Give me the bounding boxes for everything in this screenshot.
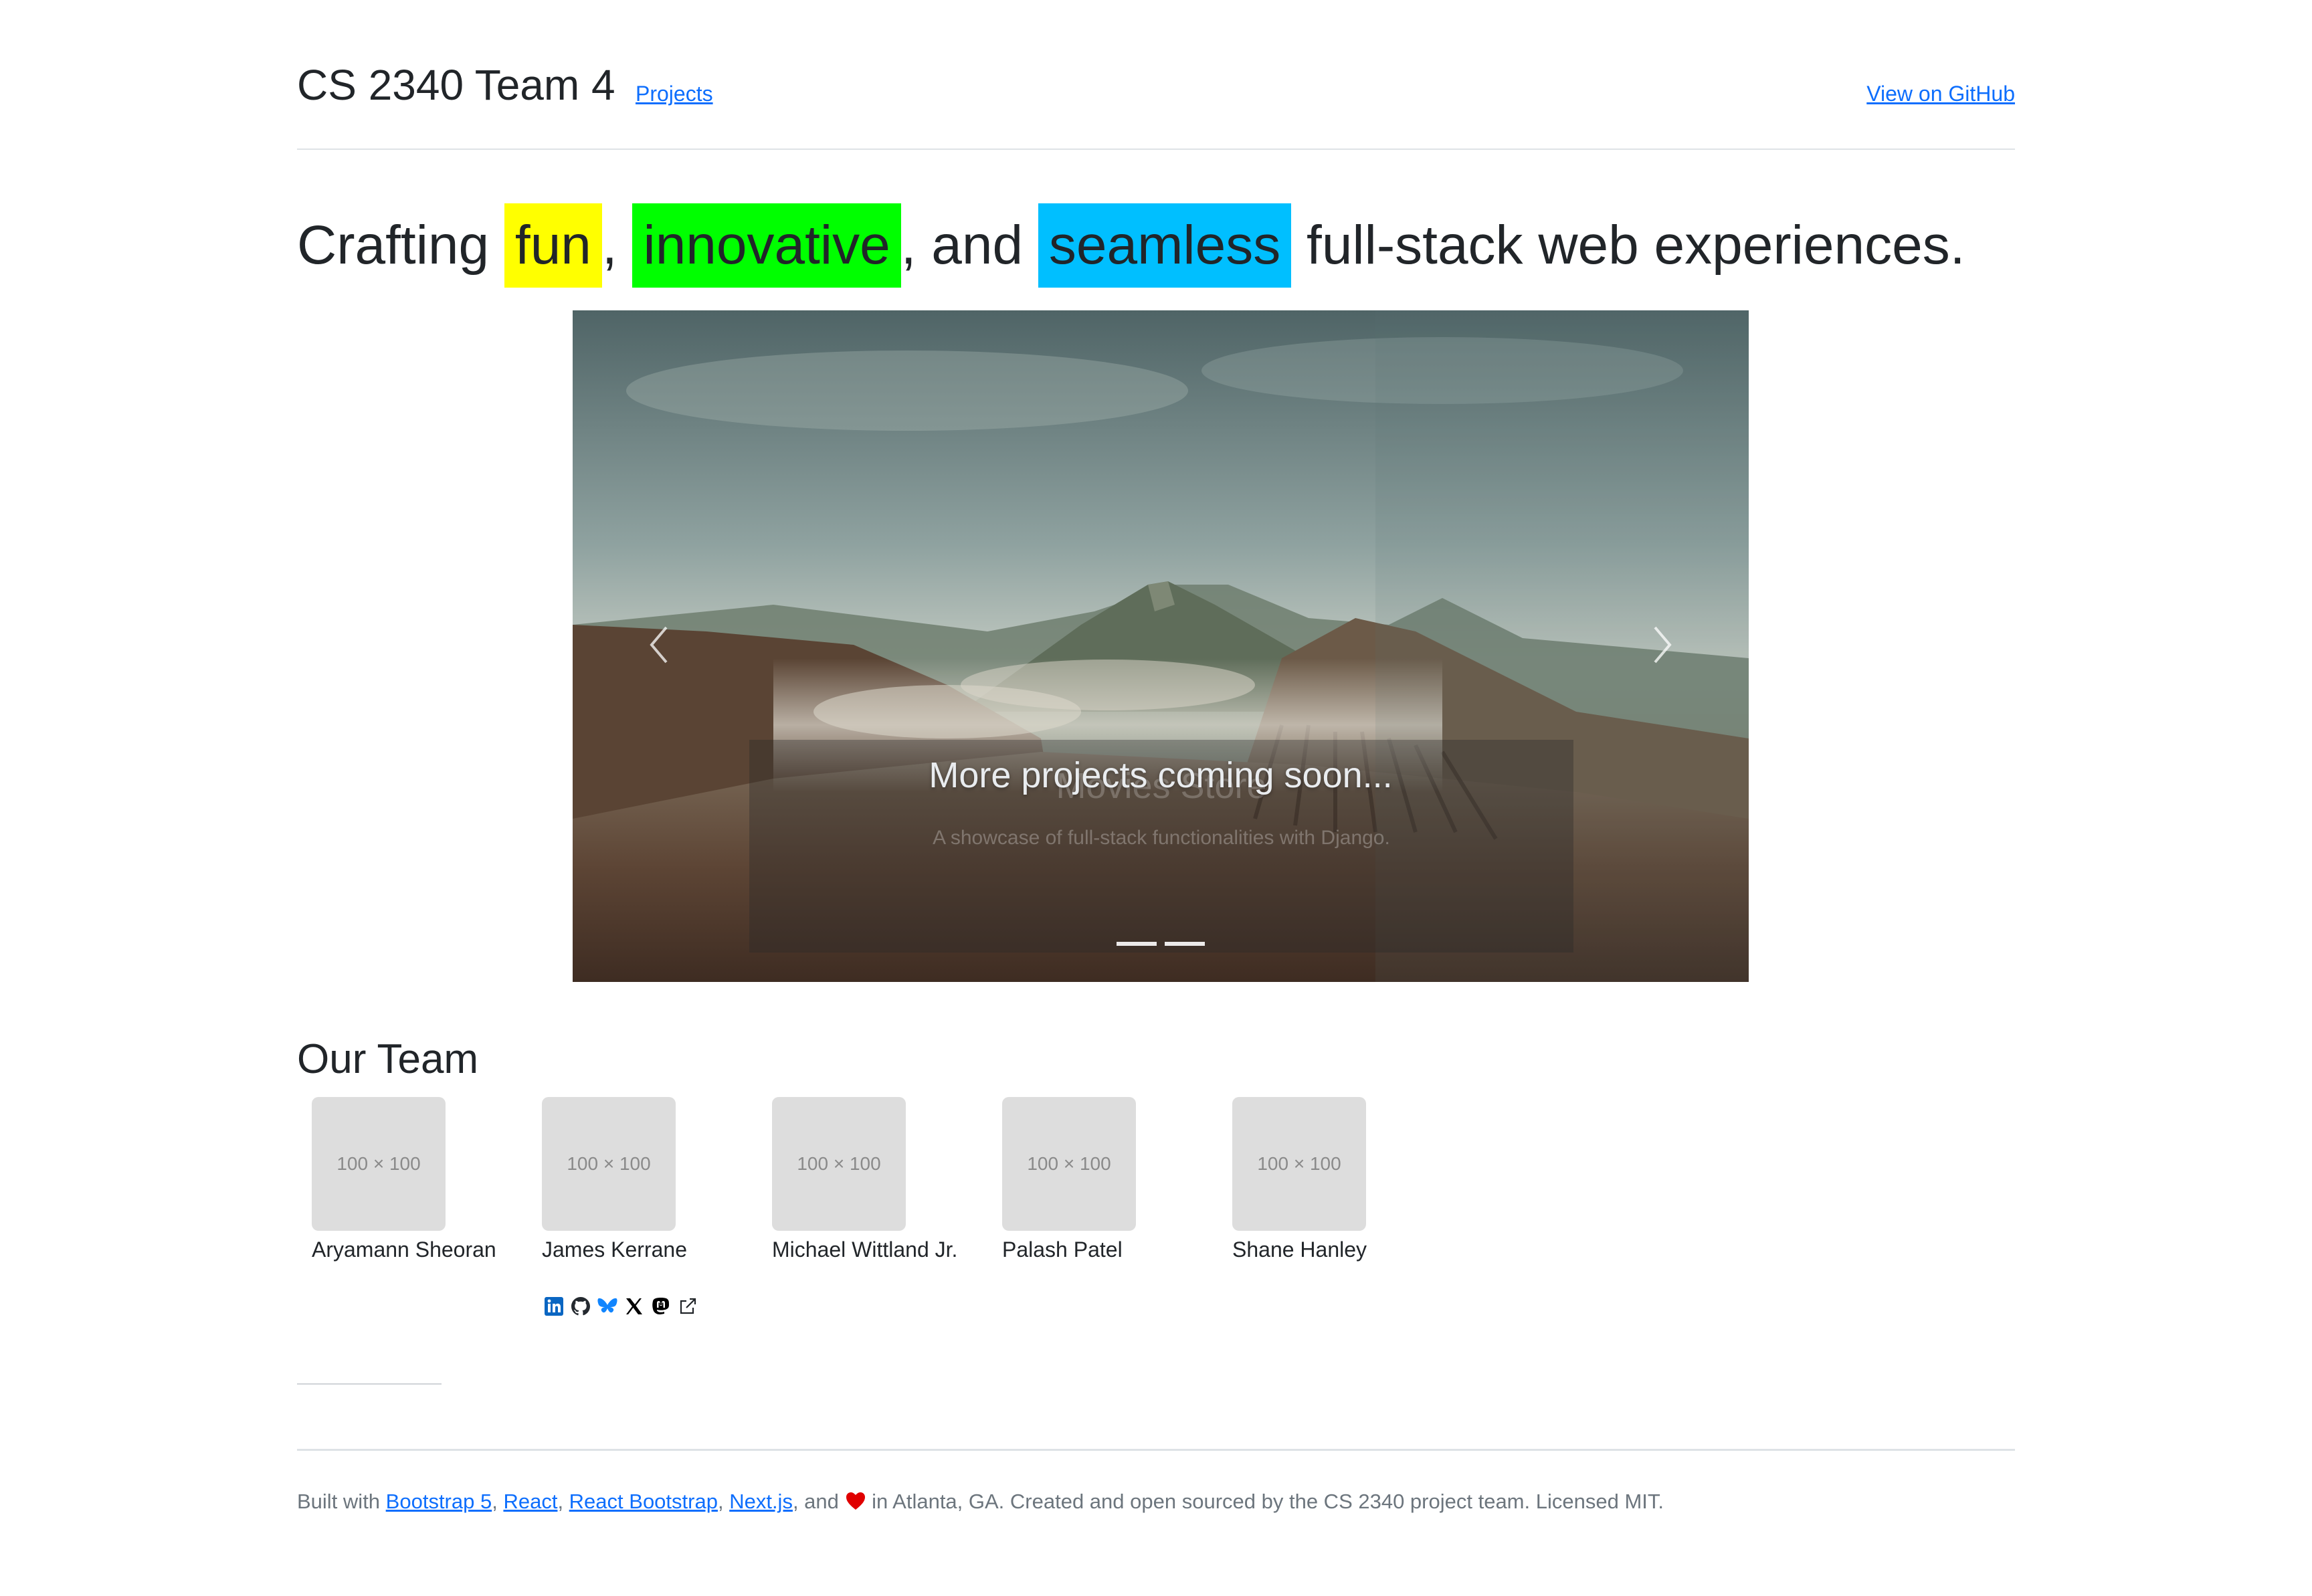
external-link[interactable] — [676, 1294, 700, 1318]
team-member-card: 100 × 100 Michael Wittland Jr. — [772, 1097, 957, 1262]
team-member-card: 100 × 100 James Kerrane — [542, 1097, 700, 1318]
github-link[interactable] — [569, 1294, 593, 1318]
highlight-innovative: innovative — [632, 203, 901, 288]
footer-and: , and — [792, 1490, 845, 1513]
member-name: Michael Wittland Jr. — [772, 1237, 958, 1262]
avatar: 100 × 100 — [542, 1097, 676, 1231]
site-header: CS 2340 Team 4 Projects View on GitHub — [297, 0, 2015, 150]
mastodon-icon — [652, 1298, 669, 1314]
heart-icon — [846, 1492, 865, 1510]
footer-separator: , — [717, 1490, 730, 1513]
member-name: James Kerrane — [542, 1237, 687, 1262]
social-links — [542, 1294, 700, 1318]
carousel-prev-button[interactable] — [619, 605, 700, 685]
x-icon — [626, 1298, 642, 1314]
avatar: 100 × 100 — [312, 1097, 446, 1231]
hero-text: , — [601, 215, 633, 276]
react-bootstrap-link[interactable]: React Bootstrap — [569, 1490, 718, 1513]
bootstrap-link[interactable]: Bootstrap 5 — [386, 1490, 492, 1513]
chevron-right-icon — [1654, 626, 1672, 664]
nextjs-link[interactable]: Next.js — [729, 1490, 793, 1513]
team-heading: Our Team — [297, 1036, 479, 1082]
highlight-seamless: seamless — [1038, 203, 1292, 288]
hero-text: Crafting — [297, 215, 504, 276]
react-link[interactable]: React — [503, 1490, 557, 1513]
footer-separator: , — [557, 1490, 569, 1513]
member-name: Shane Hanley — [1232, 1237, 1367, 1262]
view-on-github-link[interactable]: View on GitHub — [1866, 82, 2015, 106]
projects-carousel[interactable]: Movies Store A showcase of full-stack fu… — [573, 310, 1749, 982]
carousel-indicators — [573, 942, 1749, 946]
bluesky-link[interactable] — [595, 1294, 619, 1318]
carousel-caption: More projects coming soon... — [929, 755, 1393, 795]
carousel-next-button[interactable] — [1622, 605, 1702, 685]
github-icon — [571, 1297, 590, 1316]
avatar: 100 × 100 — [1002, 1097, 1136, 1231]
footer-prefix: Built with — [297, 1490, 386, 1513]
linkedin-link[interactable] — [542, 1294, 566, 1318]
site-brand[interactable]: CS 2340 Team 4 — [297, 60, 615, 110]
avatar: 100 × 100 — [1232, 1097, 1366, 1231]
external-link-icon — [680, 1298, 696, 1314]
nav-projects-link[interactable]: Projects — [636, 82, 713, 106]
bluesky-icon — [597, 1298, 617, 1313]
hero-text: , and — [900, 215, 1038, 276]
hero-headline: Crafting fun, innovative, and seamless f… — [297, 202, 1965, 289]
avatar: 100 × 100 — [772, 1097, 906, 1231]
hero-text: full-stack web experiences. — [1291, 215, 1965, 276]
linkedin-icon — [545, 1297, 563, 1316]
team-member-card: 100 × 100 Aryamann Sheoran — [312, 1097, 496, 1262]
carousel-indicator[interactable] — [1117, 942, 1157, 946]
carousel-indicator[interactable] — [1165, 942, 1205, 946]
highlight-fun: fun — [504, 203, 602, 288]
footer-tail: in Atlanta, GA. Created and open sourced… — [866, 1490, 1664, 1513]
member-name: Aryamann Sheoran — [312, 1237, 496, 1262]
footer-separator: , — [492, 1490, 504, 1513]
footer-text: Built with Bootstrap 5, React, React Boo… — [297, 1490, 1664, 1514]
section-divider — [297, 1383, 442, 1385]
chevron-left-icon — [650, 626, 668, 664]
previous-slide-subtitle: A showcase of full-stack functionalities… — [933, 827, 1390, 849]
team-member-card: 100 × 100 Palash Patel — [1002, 1097, 1136, 1262]
mastodon-link[interactable] — [649, 1294, 673, 1318]
team-member-card: 100 × 100 Shane Hanley — [1232, 1097, 1367, 1262]
site-footer: Built with Bootstrap 5, React, React Boo… — [297, 1449, 2015, 1513]
member-name: Palash Patel — [1002, 1237, 1123, 1262]
x-link[interactable] — [622, 1294, 646, 1318]
